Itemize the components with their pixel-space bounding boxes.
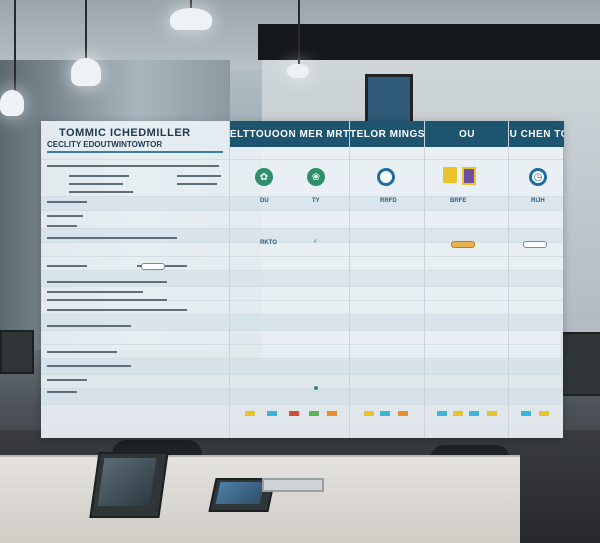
swatch-yellow (487, 411, 497, 416)
column-1-cell-2: TY (312, 198, 320, 204)
status-pill (523, 241, 547, 248)
column-3-cell-1: BRFE (450, 198, 467, 204)
keyboard (262, 478, 324, 492)
swatch-yellow (245, 411, 255, 416)
target-icon (377, 168, 395, 186)
swatch-cyan (469, 411, 479, 416)
column-3: OU BRFE (424, 121, 509, 438)
text-line (177, 175, 221, 177)
text-line (47, 215, 83, 217)
swatch-yellow (364, 411, 374, 416)
text-line (47, 237, 177, 239)
ceiling-beam (258, 24, 600, 60)
text-line (69, 191, 133, 193)
monitor (0, 330, 34, 374)
inline-pill (141, 263, 165, 270)
swatch-cyan (267, 411, 277, 416)
swatch-cyan (380, 411, 390, 416)
text-line (47, 365, 131, 367)
document-icon (462, 167, 476, 185)
title-rule (47, 151, 223, 153)
calendar-icon (443, 167, 457, 183)
pendant-lamp (287, 64, 309, 78)
leaf-icon: ❀ (307, 168, 325, 186)
text-line (47, 309, 187, 311)
monitor (560, 332, 600, 396)
swatch-orange (327, 411, 337, 416)
laptop-screen (97, 458, 157, 506)
pendant-lamp (71, 58, 101, 86)
column-2-cell-1: RRFD (380, 198, 397, 204)
pendant-cord (14, 0, 16, 92)
left-title: TOMMIC ICHEDMILLER (59, 127, 191, 139)
text-line (47, 165, 219, 167)
column-4-cell-1: RIJH (531, 198, 545, 204)
tablet-screen (215, 482, 265, 504)
pendant-lamp (0, 90, 24, 116)
column-2: TELOR MINGS RRFD (349, 121, 425, 438)
text-line (47, 201, 87, 203)
text-line (69, 175, 129, 177)
swatch-yellow (539, 411, 549, 416)
info-board: TOMMIC ICHEDMILLER CECLITY EDOUTWINTOWTO… (41, 121, 564, 438)
column-3-header: OU (425, 121, 509, 147)
column-2-header: TELOR MINGS (350, 121, 425, 147)
column-1-mid-label: RKTO (260, 240, 277, 246)
text-line (47, 351, 117, 353)
pendant-lamp (170, 8, 212, 30)
swatch-red (289, 411, 299, 416)
column-4: OU OU CHEN TORES ◷ RIJH (508, 121, 564, 438)
status-dot (314, 386, 318, 390)
pendant-cord (85, 0, 87, 60)
left-subtitle: CECLITY EDOUTWINTOWTOR (47, 140, 163, 149)
column-1: FELTTOUOON MER MRTY ✿ ❀ DU TY RKTO ✓ (229, 121, 350, 438)
column-4-header: OU OU CHEN TORES (509, 121, 564, 147)
text-line (47, 391, 77, 393)
status-pill (451, 241, 475, 248)
swatch-cyan (521, 411, 531, 416)
swatch-yellow (453, 411, 463, 416)
text-line (47, 291, 143, 293)
text-line (47, 265, 87, 267)
column-1-header: FELTTOUOON MER MRTY (230, 121, 350, 147)
wall-picture (365, 74, 413, 128)
text-line (47, 299, 167, 301)
tree-icon: ✿ (255, 168, 273, 186)
text-line (47, 281, 167, 283)
text-line (47, 379, 87, 381)
check-mark-icon: ✓ (313, 239, 319, 245)
column-1-cell-1: DU (260, 198, 269, 204)
swatch-cyan (437, 411, 447, 416)
clock-icon: ◷ (529, 168, 547, 186)
swatch-orange (398, 411, 408, 416)
text-line (47, 225, 77, 227)
text-line (47, 325, 131, 327)
text-line (69, 183, 123, 185)
text-line (177, 183, 217, 185)
swatch-green (309, 411, 319, 416)
pendant-cord (298, 0, 300, 66)
left-column: TOMMIC ICHEDMILLER CECLITY EDOUTWINTOWTO… (41, 121, 229, 438)
